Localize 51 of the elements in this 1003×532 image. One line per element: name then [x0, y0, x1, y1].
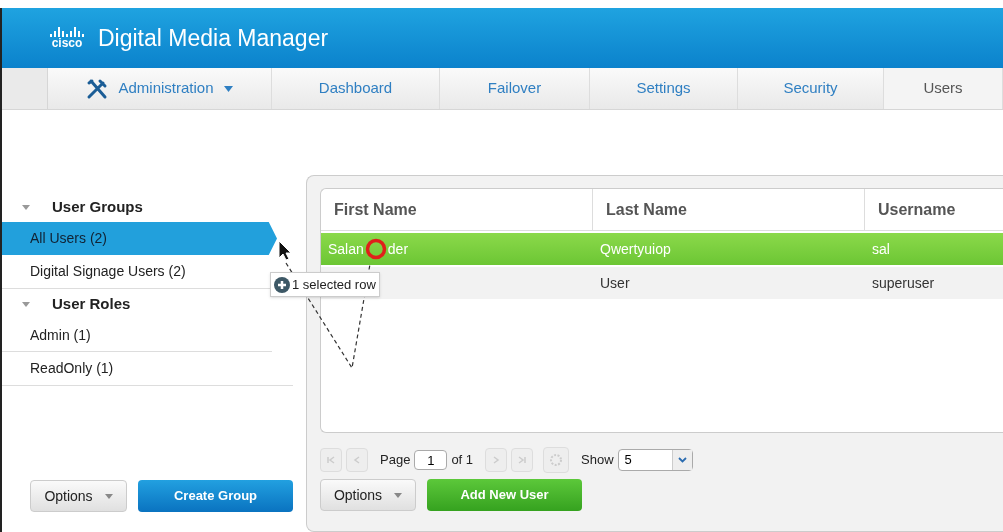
nav-tab[interactable]: Users: [884, 68, 1003, 109]
table-cell-text: der: [387, 239, 409, 259]
drop-target-marker: [364, 238, 387, 260]
page-count: of 1: [451, 451, 474, 470]
menu-button[interactable]: Administration: [48, 68, 272, 109]
options-button[interactable]: Options: [30, 480, 127, 512]
column-header[interactable]: Last Name: [593, 189, 865, 230]
table-cell-text: superuser: [872, 273, 935, 293]
first-page-button[interactable]: [320, 448, 342, 472]
sidebar-item[interactable]: All Users (2): [2, 222, 277, 255]
logo-bars-icon: [50, 27, 84, 37]
section-title: User Roles: [52, 293, 131, 314]
first-page-icon: [326, 455, 336, 465]
table-cell-text: sal: [872, 239, 890, 259]
last-page-button[interactable]: [511, 448, 534, 472]
page-label: Page: [380, 451, 411, 470]
page-size-select[interactable]: 5: [617, 449, 693, 471]
logo-text: cisco: [51, 37, 83, 49]
sidebar-item[interactable]: ReadOnly (1): [2, 352, 272, 385]
nav-tab[interactable]: Failover: [440, 68, 590, 109]
table-cell-text: User: [600, 273, 630, 293]
previous-icon: [352, 455, 362, 465]
caret-icon: [223, 85, 233, 92]
section-title: User Groups: [52, 196, 143, 217]
options-button[interactable]: Options: [320, 479, 416, 511]
show-label: Show: [581, 451, 614, 470]
table-cell-text: Qwertyuiop: [600, 239, 671, 259]
app-title: Digital Media Manager: [98, 23, 329, 53]
column-header[interactable]: First Name: [321, 189, 593, 230]
caret-icon: [104, 493, 113, 499]
collapse-caret-icon[interactable]: [22, 301, 30, 307]
nav-tab[interactable]: Settings: [590, 68, 738, 109]
last-page-icon: [517, 455, 528, 465]
previous-page-button[interactable]: [346, 448, 368, 472]
caret-icon: [394, 492, 403, 498]
page-input[interactable]: 1: [414, 450, 448, 470]
tools-icon: [86, 77, 109, 100]
chevron-down-icon: [677, 457, 687, 463]
cursor-icon: [278, 240, 292, 261]
sidebar-item[interactable]: Digital Signage Users (2): [2, 255, 272, 288]
next-icon: [491, 455, 502, 465]
refresh-button[interactable]: [543, 447, 570, 473]
plus-icon: [274, 276, 290, 293]
nav-tab[interactable]: Dashboard: [272, 68, 440, 109]
sidebar-item[interactable]: Admin (1): [2, 319, 272, 352]
table-cell-text: Salan: [328, 239, 364, 259]
column-header[interactable]: Username: [865, 189, 1003, 230]
next-page-button[interactable]: [485, 448, 508, 472]
collapse-caret-icon[interactable]: [22, 204, 30, 210]
refresh-icon: [549, 453, 564, 467]
create-group-button[interactable]: Create Group: [138, 480, 293, 512]
